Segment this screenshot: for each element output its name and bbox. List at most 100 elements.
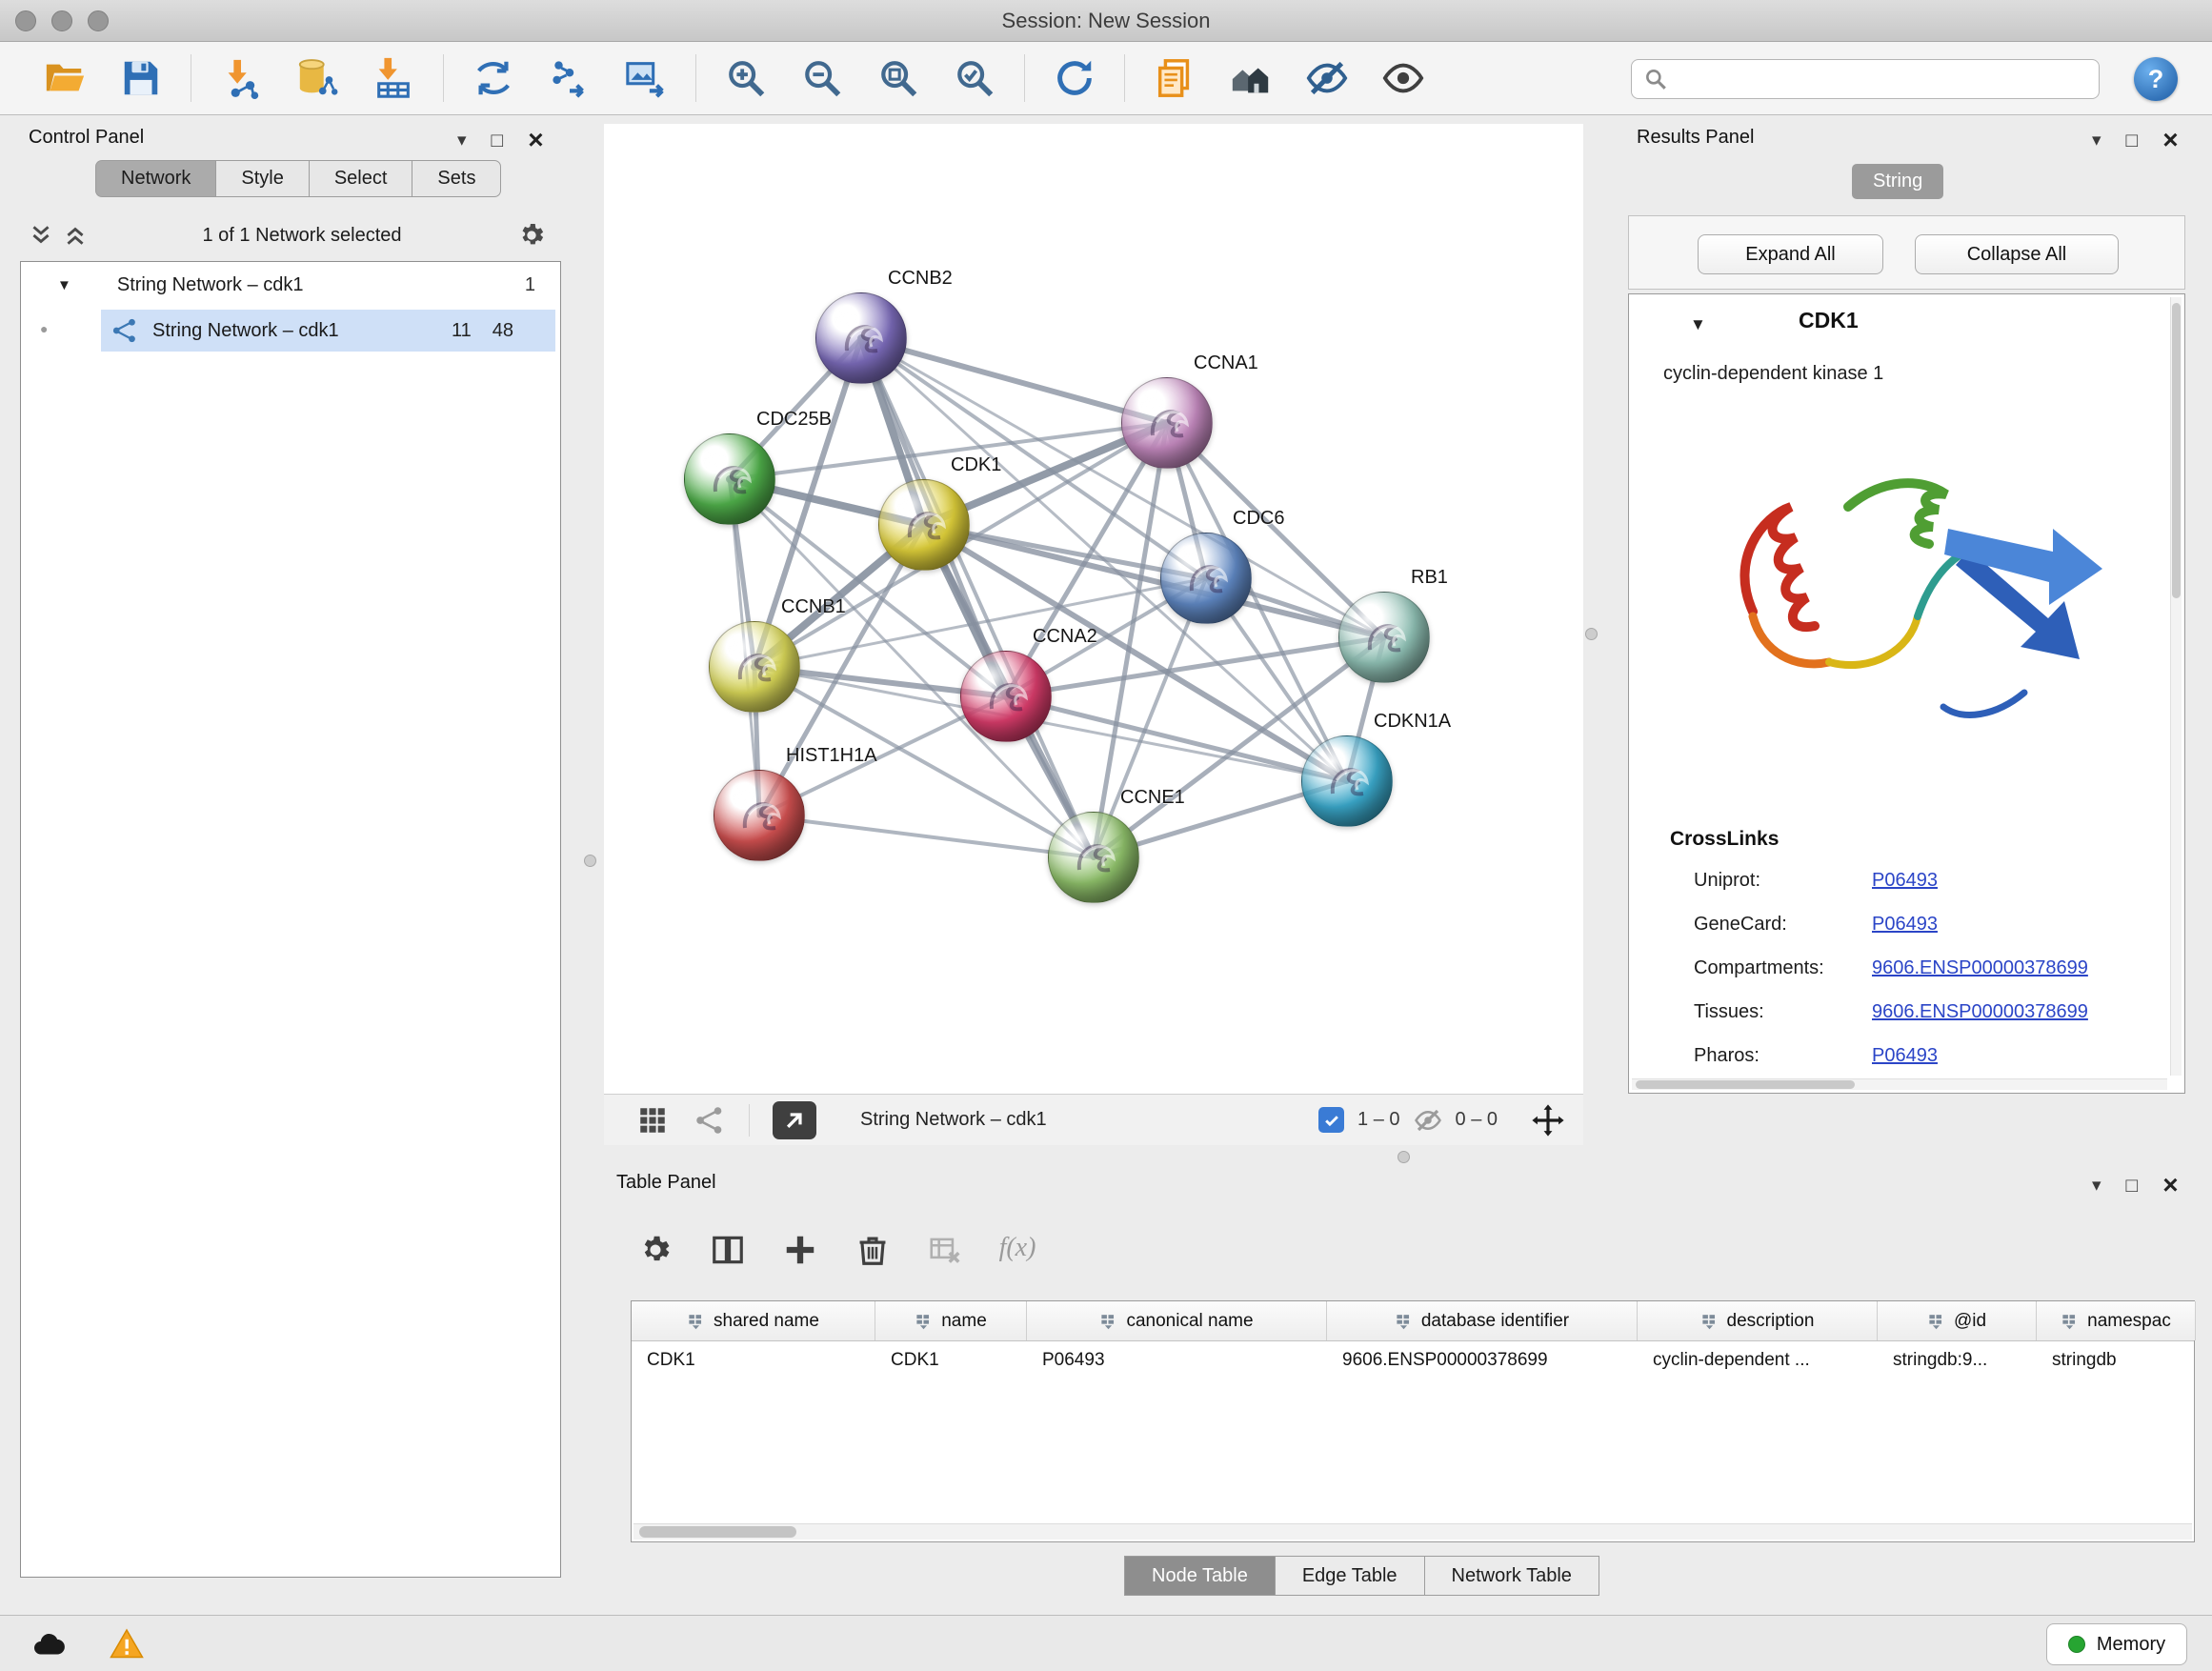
network-row[interactable]: ● String Network – cdk1 11 48	[21, 308, 560, 353]
tab-select[interactable]: Select	[309, 160, 412, 197]
crosslink-link[interactable]: 9606.ENSP00000378699	[1872, 1001, 2088, 1023]
zoom-selected-button[interactable]	[944, 48, 1005, 109]
node-CCNB2[interactable]	[815, 292, 907, 384]
network-arrows-button[interactable]	[463, 48, 524, 109]
column-header-namespac[interactable]: namespac	[2037, 1301, 2196, 1340]
column-header-description[interactable]: description	[1638, 1301, 1878, 1340]
search-input[interactable]	[1676, 69, 2087, 91]
close-panel-icon[interactable]: ×	[528, 127, 543, 153]
minimize-window-button[interactable]	[51, 10, 72, 31]
node-CDKN1A[interactable]	[1301, 735, 1393, 827]
selected-nodes-checkbox[interactable]	[1318, 1107, 1344, 1133]
warnings-button[interactable]	[99, 1623, 154, 1665]
selected-network-highlight[interactable]: String Network – cdk1 11 48	[101, 310, 555, 352]
refresh-button[interactable]	[1044, 48, 1105, 109]
search-box[interactable]	[1631, 59, 2100, 99]
import-network-database-button[interactable]	[287, 48, 348, 109]
float-panel-icon[interactable]: □	[492, 131, 504, 151]
close-panel-icon[interactable]: ×	[2162, 1172, 2178, 1198]
delete-column-button[interactable]	[846, 1223, 899, 1277]
right-splitter-handle[interactable]	[1585, 628, 1598, 640]
hidden-eye-slash-icon[interactable]	[1414, 1106, 1442, 1135]
edge-HIST1H1A-CCNE1[interactable]	[759, 815, 1094, 857]
export-image-button[interactable]	[615, 48, 676, 109]
node-CCNA2[interactable]	[960, 651, 1052, 742]
collapse-all-button[interactable]: Collapse All	[1915, 234, 2119, 274]
crosslink-link[interactable]: 9606.ENSP00000378699	[1872, 957, 2088, 979]
hide-unhide-button[interactable]	[1297, 48, 1357, 109]
network-options-gear-icon[interactable]	[516, 220, 547, 251]
tab-network-table[interactable]: Network Table	[1425, 1556, 1599, 1596]
node-CDK1[interactable]	[878, 479, 970, 571]
scrollbar-thumb[interactable]	[639, 1526, 796, 1538]
memory-button[interactable]: Memory	[2046, 1623, 2187, 1665]
open-external-button[interactable]	[773, 1101, 816, 1139]
document-button[interactable]	[1144, 48, 1205, 109]
table-settings-button[interactable]	[629, 1223, 682, 1277]
delete-table-button[interactable]	[918, 1223, 972, 1277]
table-cell[interactable]: CDK1	[875, 1341, 1027, 1381]
column-header-database-identifier[interactable]: database identifier	[1327, 1301, 1638, 1340]
disclosure-triangle-icon[interactable]: ▼	[57, 277, 71, 293]
edge-CCNB2-CCNE1[interactable]	[861, 338, 1094, 857]
function-builder-button[interactable]: f(x)	[991, 1223, 1044, 1277]
open-session-button[interactable]	[34, 48, 95, 109]
home-button[interactable]	[1220, 48, 1281, 109]
left-splitter-handle[interactable]	[584, 855, 596, 867]
column-header-canonical-name[interactable]: canonical name	[1027, 1301, 1327, 1340]
column-header--id[interactable]: @id	[1878, 1301, 2037, 1340]
table-cell[interactable]: stringdb	[2037, 1341, 2196, 1381]
crosslink-link[interactable]: P06493	[1872, 914, 1938, 936]
bottom-splitter-handle[interactable]	[1398, 1151, 1410, 1163]
zoom-out-button[interactable]	[792, 48, 853, 109]
float-panel-icon[interactable]: □	[2126, 1176, 2139, 1196]
tab-style[interactable]: Style	[215, 160, 308, 197]
results-vertical-scrollbar[interactable]	[2170, 297, 2182, 1076]
node-HIST1H1A[interactable]	[714, 770, 805, 861]
import-network-file-button[interactable]	[211, 48, 271, 109]
table-cell[interactable]: cyclin-dependent ...	[1638, 1341, 1878, 1381]
collapse-panel-icon[interactable]: ▾	[2092, 131, 2101, 150]
expand-all-icon[interactable]	[63, 223, 88, 248]
add-column-button[interactable]	[774, 1223, 827, 1277]
network-collection-row[interactable]: ▼ String Network – cdk1 1	[21, 262, 560, 308]
tab-node-table[interactable]: Node Table	[1124, 1556, 1276, 1596]
table-cell[interactable]: 9606.ENSP00000378699	[1327, 1341, 1638, 1381]
tab-edge-table[interactable]: Edge Table	[1276, 1556, 1425, 1596]
node-CCNB1[interactable]	[709, 621, 800, 713]
table-cell[interactable]: stringdb:9...	[1878, 1341, 2037, 1381]
help-button[interactable]: ?	[2134, 57, 2178, 101]
zoom-in-button[interactable]	[715, 48, 776, 109]
results-horizontal-scrollbar[interactable]	[1632, 1078, 2167, 1090]
zoom-fit-button[interactable]	[868, 48, 929, 109]
expand-all-button[interactable]: Expand All	[1698, 234, 1883, 274]
scrollbar-thumb[interactable]	[1636, 1080, 1855, 1089]
scrollbar-thumb[interactable]	[2172, 303, 2181, 598]
table-data-row[interactable]: CDK1CDK1P064939606.ENSP00000378699cyclin…	[632, 1341, 2194, 1381]
tab-string[interactable]: String	[1852, 164, 1943, 199]
cloud-status-button[interactable]	[21, 1623, 76, 1665]
table-cell[interactable]: P06493	[1027, 1341, 1327, 1381]
column-header-shared-name[interactable]: shared name	[632, 1301, 875, 1340]
column-header-name[interactable]: name	[875, 1301, 1027, 1340]
node-CCNE1[interactable]	[1048, 812, 1139, 903]
zoom-window-button[interactable]	[88, 10, 109, 31]
float-panel-icon[interactable]: □	[2126, 131, 2139, 151]
node-CDC25B[interactable]	[684, 433, 775, 525]
close-window-button[interactable]	[15, 10, 36, 31]
crosslink-link[interactable]: P06493	[1872, 870, 1938, 892]
show-all-button[interactable]	[1373, 48, 1434, 109]
collapse-panel-icon[interactable]: ▾	[457, 131, 467, 150]
node-CCNA1[interactable]	[1121, 377, 1213, 469]
save-session-button[interactable]	[111, 48, 171, 109]
share-network-icon[interactable]	[694, 1104, 726, 1137]
tab-sets[interactable]: Sets	[412, 160, 501, 197]
collapse-all-icon[interactable]	[29, 223, 53, 248]
tab-network[interactable]: Network	[95, 160, 215, 197]
collapse-panel-icon[interactable]: ▾	[2092, 1177, 2101, 1195]
crosslink-link[interactable]: P06493	[1872, 1045, 1938, 1067]
import-table-button[interactable]	[363, 48, 424, 109]
node-CDC6[interactable]	[1160, 533, 1252, 624]
node-RB1[interactable]	[1338, 592, 1430, 683]
move-tool-icon[interactable]	[1530, 1102, 1566, 1138]
